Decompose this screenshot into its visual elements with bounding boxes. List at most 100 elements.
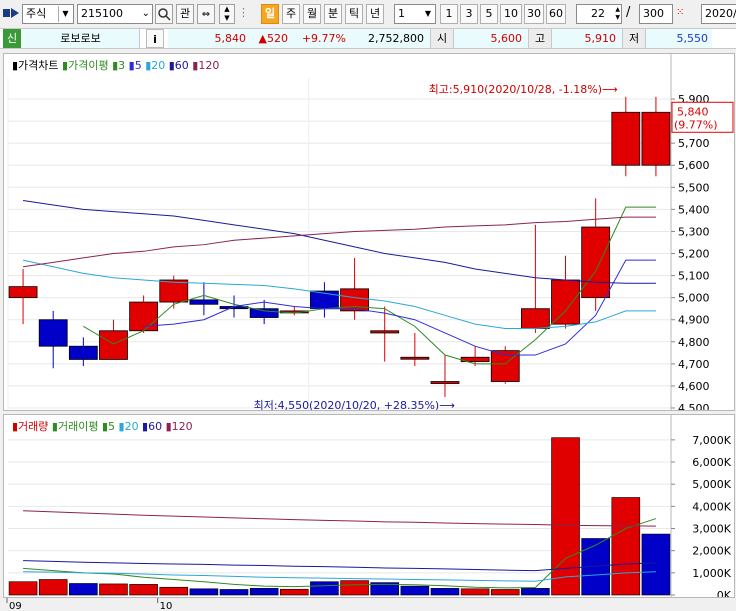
count-stepper[interactable]: 22 ▲ ▼ [576,4,622,24]
candle-body [159,279,189,303]
price-change: ▲520 [252,29,294,48]
candle-body [551,279,580,325]
toolbar: 주식 ▼ 215100 ⌄ 관 ⇔ ▲ ▼ ⋮ 일 주 월 분 틱 년 1 ▼ 1… [0,0,736,28]
volume-tick-label: 1,000K [692,567,731,580]
volume-bar [279,588,309,596]
price-tick-label: 4,800 [678,336,710,349]
legend-item: ▮120 [189,59,220,72]
high-price: 5,910 [552,29,622,48]
price-tick-label: 5,600 [678,159,710,172]
volume-bar [69,583,98,596]
candle-body [581,226,611,299]
lock-button[interactable]: ⇔ [197,4,215,24]
chevron-down-icon: ▼ [58,6,72,22]
price-tick-label: 4,600 [678,380,710,393]
legend-item: ▮3 [109,59,126,72]
candle-body [68,345,98,360]
price-tick-label: 5,400 [678,203,710,216]
price-tick-label: 4,900 [678,314,710,327]
interest-button[interactable]: 관 [176,4,194,24]
trading-volume: 2,752,800 [352,29,430,48]
candle-body [611,111,641,166]
legend-item: ▮60 [165,59,189,72]
market-select-value: 주식 [26,7,47,20]
candle-body [400,356,430,360]
legend-item: ▮가격이평 [59,59,109,72]
stock-code-input[interactable]: 215100 ⌄ [77,4,153,24]
open-label: 시 [430,29,454,48]
price-chart[interactable]: ▮가격차트 ▮가격이평 ▮3 ▮5 ▮20 ▮60 ▮120 4,500 4,600… [4,54,734,415]
volume-tick-label: 5,000K [692,478,731,491]
legend-item: ▮거래량 [12,420,48,433]
price-tick-label: 4,500 [678,402,710,410]
volume-bar [641,533,671,596]
search-button[interactable] [155,4,173,24]
price-chart-panel[interactable]: ▮가격차트 ▮가격이평 ▮3 ▮5 ▮20 ▮60 ▮120 4,500 4,600… [3,53,735,415]
current-price: 5,840 [168,29,252,48]
unit-select[interactable]: 1 ▼ [394,4,436,24]
current-price-tag-value: 5,840 [677,105,709,118]
candle-body [99,330,128,360]
unit-3-button[interactable]: 3 [460,4,478,24]
volume-bar [99,583,128,596]
legend-item: ▮20 [142,59,166,72]
period-minute-button[interactable]: 분 [324,4,342,24]
info-button[interactable]: i [146,29,164,48]
market-select[interactable]: 주식 ▼ [22,4,74,24]
price-tick-label: 5,300 [678,225,710,238]
stock-code-value: 215100 [81,7,123,20]
legend-item: ▮5 [98,420,115,433]
total-count-value: 300 [643,7,664,20]
chevron-down-icon: ▼ [424,9,432,18]
chevron-down-icon: ⌄ [141,8,150,19]
period-year-button[interactable]: 년 [366,4,384,24]
spin-arrows-icon: ▲ ▼ [615,6,620,21]
period-month-button[interactable]: 월 [303,4,321,24]
candle-body [370,330,400,334]
volume-chart[interactable]: ▮거래량 ▮거래이평 ▮5 ▮20 ▮60 ▮120 0K 1,000K 2,000K… [4,415,734,602]
options-icon[interactable]: ⋮ [238,4,250,24]
candle-body [38,319,68,347]
volume-bar [189,588,219,596]
unit-1-button[interactable]: 1 [440,4,458,24]
volume-bar [551,437,580,596]
volume-bar [249,588,279,596]
candle-body [520,308,550,329]
unit-10-button[interactable]: 10 [500,4,522,24]
total-count-input[interactable]: 300 [639,4,673,24]
candle-body [129,301,159,332]
unit-60-button[interactable]: 60 [546,4,566,24]
expand-icon[interactable]: ⁙ [676,4,692,24]
stock-name[interactable]: 로보로보 [22,29,140,48]
new-badge: 신 [3,29,21,48]
volume-bar [400,585,430,596]
current-price-tag-pct: (9.77%) [674,118,718,131]
volume-tick-label: 7,000K [692,434,731,447]
unit-30-button[interactable]: 30 [524,4,544,24]
unit-select-value: 1 [398,7,405,20]
volume-tick-label: 3,000K [692,523,731,536]
price-tick-label: 5,200 [678,248,710,261]
unit-5-button[interactable]: 5 [480,4,498,24]
ma-line-120 [22,216,656,268]
date-input[interactable]: 2020/ [701,4,736,24]
period-tick-button[interactable]: 틱 [345,4,363,24]
price-legend: ▮가격차트 ▮가격이평 ▮3 ▮5 ▮20 ▮60 ▮120 [12,59,219,72]
candle-body [8,286,38,299]
volume-chart-panel[interactable]: ▮거래량 ▮거래이평 ▮5 ▮20 ▮60 ▮120 0K 1,000K 2,000K… [3,414,735,602]
legend-item: ▮60 [139,420,163,433]
volume-bar [219,589,249,596]
legend-item: ▮거래이평 [48,420,98,433]
price-tick-label: 5,100 [678,270,710,283]
ma-line-60 [22,200,656,284]
prev-next-stepper[interactable]: ▲ ▼ [219,4,235,24]
price-tick-label: 5,500 [678,181,710,194]
period-day-button[interactable]: 일 [261,4,279,24]
volume-bar [340,580,369,596]
period-week-button[interactable]: 주 [282,4,300,24]
x-axis-tick-label: 09 [9,601,22,610]
volume-bar [460,588,490,596]
price-tick-label: 5,000 [678,292,710,305]
candle-body [430,381,460,384]
link-icon[interactable] [2,4,22,24]
